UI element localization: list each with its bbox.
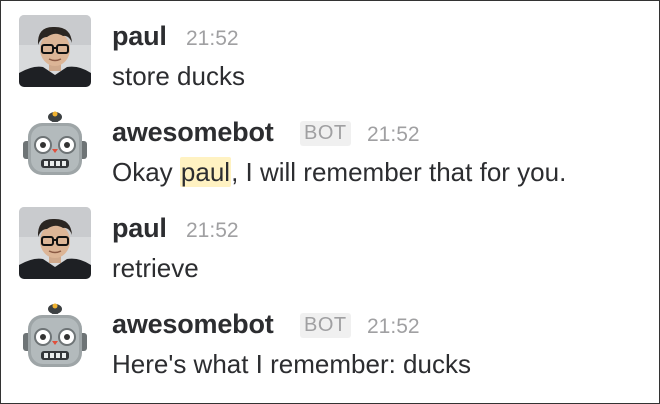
user-mention[interactable]: paul	[179, 157, 232, 187]
timestamp[interactable]: 21:52	[367, 123, 420, 147]
message-text: retrieve	[112, 253, 199, 283]
message-text-after: , I will remember that for you.	[231, 157, 567, 187]
robot-avatar-icon[interactable]	[19, 111, 91, 183]
timestamp[interactable]: 21:52	[186, 219, 239, 243]
bot-badge: BOT	[300, 313, 351, 338]
timestamp[interactable]: 21:52	[186, 27, 239, 51]
timestamp[interactable]: 21:52	[367, 315, 420, 339]
robot-avatar-icon[interactable]	[19, 303, 91, 375]
author-name[interactable]: awesomebot	[112, 309, 274, 340]
message-item: awesomebot BOT 21:52 Okay paul, I will r…	[1, 111, 659, 207]
author-name[interactable]: paul	[112, 21, 167, 52]
bot-badge: BOT	[300, 121, 351, 146]
message-item: paul 21:52 store ducks	[1, 15, 659, 111]
person-avatar-icon[interactable]	[19, 207, 91, 279]
message-text: Here's what I remember: ducks	[112, 349, 471, 379]
message-text: Okay paul, I will remember that for you.	[112, 157, 566, 188]
author-name[interactable]: awesomebot	[112, 117, 274, 148]
message-text: store ducks	[112, 61, 245, 91]
message-text-before: Okay	[112, 157, 180, 187]
message-item: paul 21:52 retrieve	[1, 207, 659, 303]
chat-window: paul 21:52 store ducks awesomebot BOT 21…	[0, 0, 660, 404]
author-name[interactable]: paul	[112, 213, 167, 244]
message-item: awesomebot BOT 21:52 Here's what I remem…	[1, 303, 659, 399]
person-avatar-icon[interactable]	[19, 15, 91, 87]
